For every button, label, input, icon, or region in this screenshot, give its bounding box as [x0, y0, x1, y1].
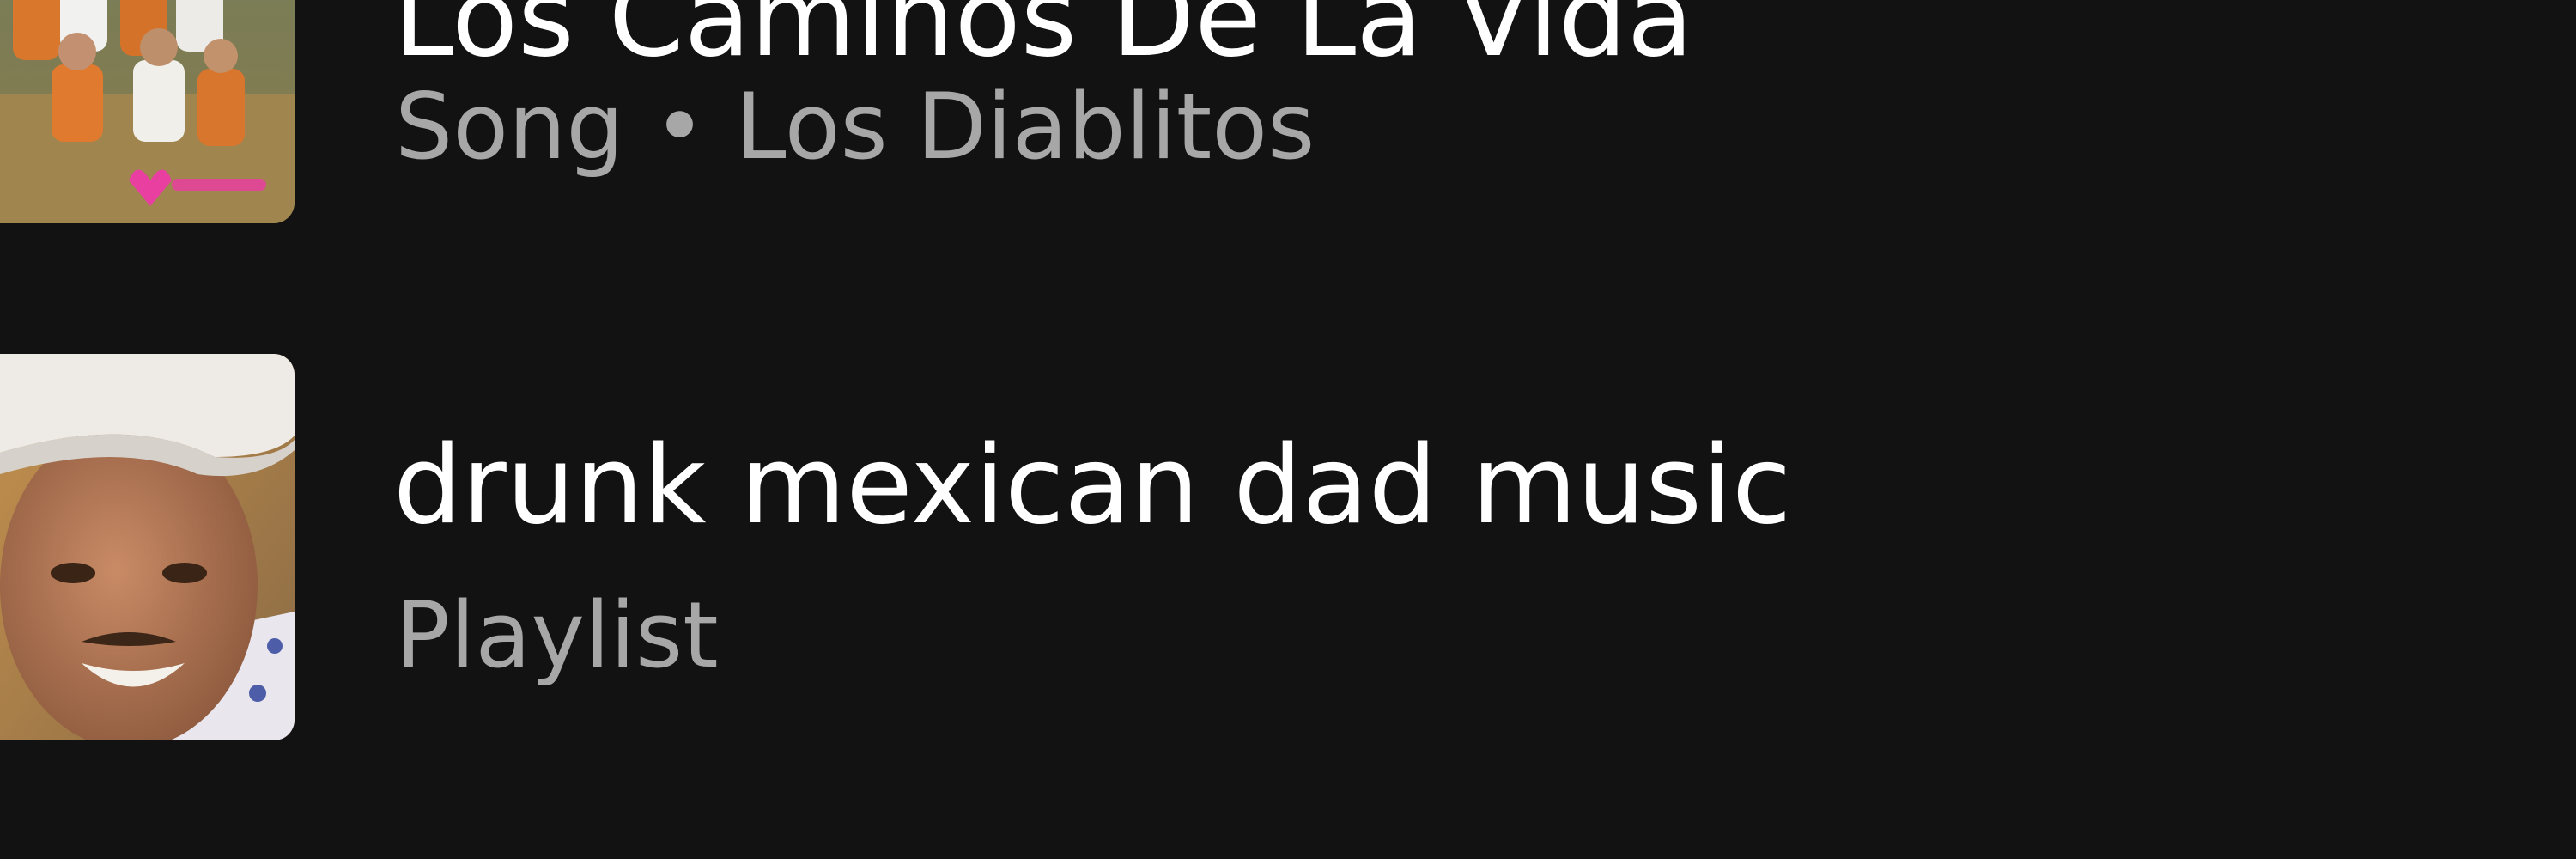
- result-row-song[interactable]: Los Caminos De La Vida Song • Los Diabli…: [0, 0, 2576, 223]
- album-art-icon: [0, 0, 295, 223]
- result-subtitle: Playlist: [395, 582, 719, 688]
- playlist-art-icon: [0, 354, 295, 740]
- result-title: Los Caminos De La Vida: [393, 0, 1694, 81]
- result-row-playlist[interactable]: drunk mexican dad music Playlist: [0, 354, 2576, 740]
- result-subtitle: Song • Los Diablitos: [395, 74, 1315, 180]
- result-title: drunk mexican dad music: [393, 422, 1792, 548]
- search-results-screen: Los Caminos De La Vida Song • Los Diabli…: [0, 0, 2576, 859]
